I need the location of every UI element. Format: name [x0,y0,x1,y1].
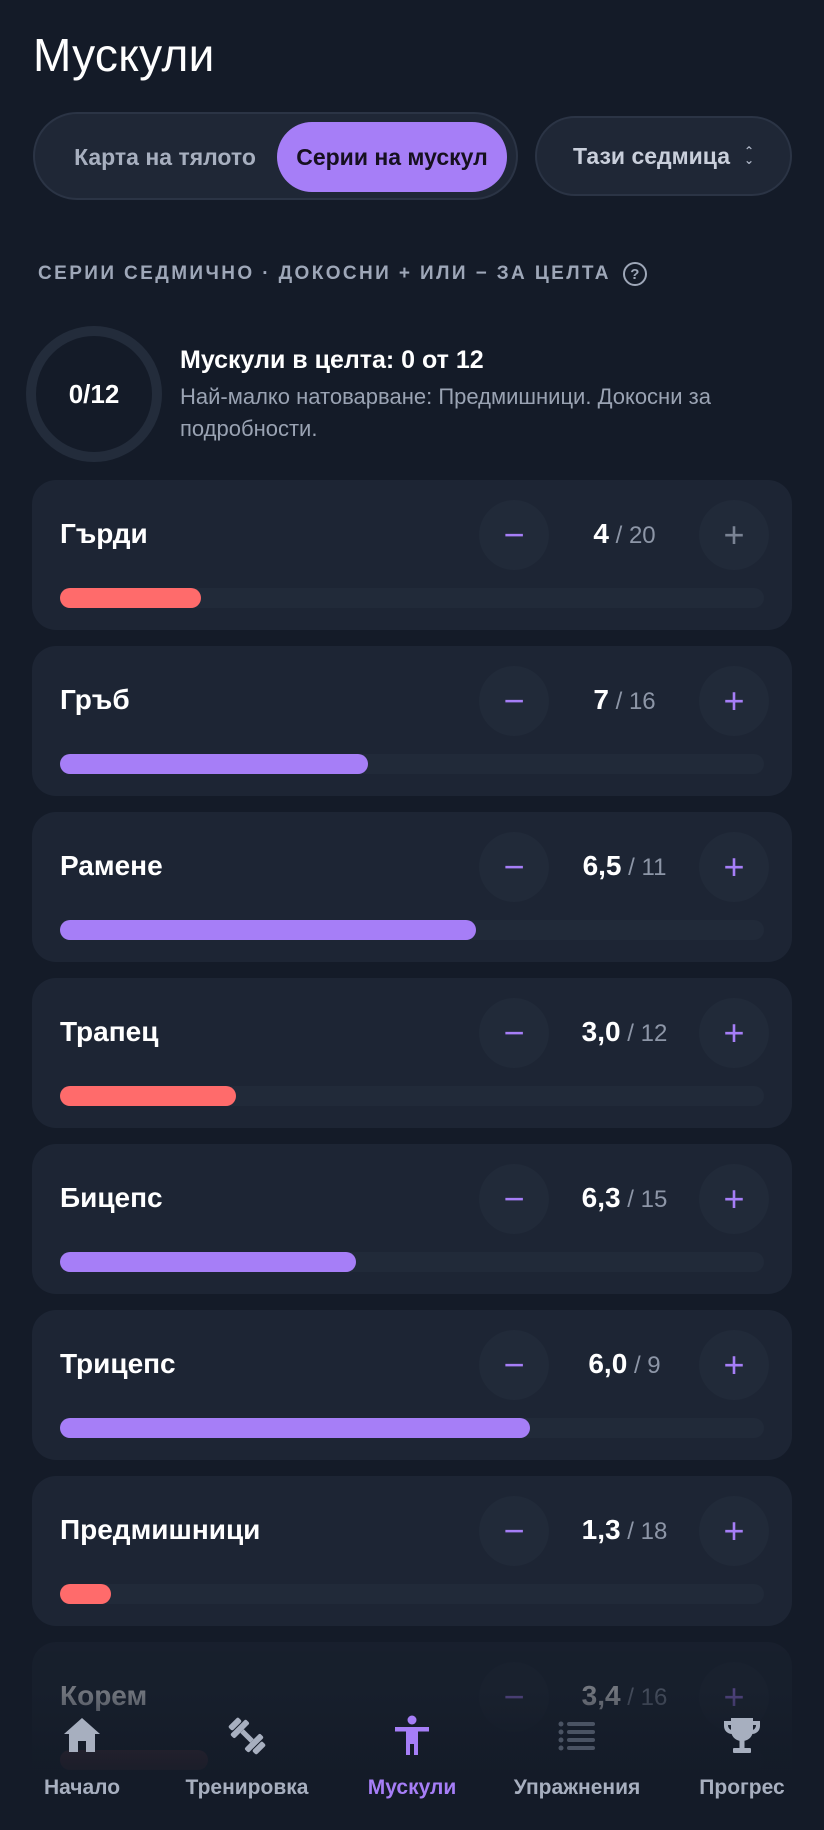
sets-target: 12 [640,1020,668,1047]
progress-fill [60,1086,236,1106]
nav-item-workout[interactable]: Тренировка [162,1714,332,1800]
dumbbell-icon [228,1717,266,1755]
tab-body-map[interactable]: Карта на тялото [45,122,285,192]
muscle-card: Трицепс − 6,0 / 9 + [32,1310,792,1460]
period-label: Тази седмица [572,142,730,169]
bottom-nav: Начало Тренировка Мускули Упражнения Про… [0,1690,824,1830]
muscle-card: Бицепс − 6,3 / 15 + [32,1144,792,1294]
muscle-name: Гърди [60,518,148,549]
muscle-card: Гръб − 7 / 16 + [32,646,792,796]
decrement-button[interactable]: − [479,1496,549,1566]
sets-target: 11 [641,854,667,881]
sets-current: 6,5 [582,850,622,881]
updown-chevron-icon: ⌃ ⌄ [744,144,755,167]
muscle-card: Гърди − 4 / 20 + [32,480,792,630]
sets-value: 6,0 / 9 [588,1348,661,1379]
muscle-name: Бицепс [60,1182,163,1213]
sets-current: 7 [593,684,609,715]
progress-ring[interactable]: 0/12 [26,326,162,462]
sets-target: 15 [640,1186,668,1213]
increment-button[interactable]: + [699,1330,769,1400]
decrement-button[interactable]: − [479,1330,549,1400]
sets-current: 6,3 [581,1182,621,1213]
page-title: Мускули [33,29,215,81]
progress-track [60,1418,764,1438]
muscle-name: Предмишници [60,1514,261,1545]
muscle-name: Трапец [60,1016,159,1047]
sets-target: 20 [628,522,656,549]
decrement-button[interactable]: − [479,500,549,570]
sets-value: 3,0 / 12 [581,1016,668,1047]
sets-value: 1,3 / 18 [581,1514,668,1545]
sets-current: 1,3 [581,1514,621,1545]
increment-button[interactable]: + [699,1164,769,1234]
increment-button[interactable]: + [699,998,769,1068]
progress-track [60,920,764,940]
sets-value: 6,3 / 15 [581,1182,668,1213]
section-label-text: СЕРИИ СЕДМИЧНО · ДОКОСНИ + ИЛИ − ЗА ЦЕЛТ… [38,263,611,284]
increment-button[interactable]: + [699,832,769,902]
progress-fill [60,1584,111,1604]
progress-track [60,1252,764,1272]
muscle-card: Рамене − 6,5 / 11 + [32,812,792,962]
progress-track [60,588,764,608]
nav-label: Упражнения [513,1776,641,1799]
sets-value: 6,5 / 11 [582,850,667,881]
help-icon[interactable]: ? [622,262,647,286]
trophy-icon [724,1718,760,1753]
section-label: СЕРИИ СЕДМИЧНО · ДОКОСНИ + ИЛИ − ЗА ЦЕЛТ… [38,262,647,286]
sets-target: 18 [640,1518,668,1545]
progress-track [60,754,764,774]
increment-button[interactable]: + [699,1496,769,1566]
sets-current: 3,0 [581,1016,621,1047]
home-icon [64,1718,100,1752]
nav-item-muscles[interactable]: Мускули [327,1714,497,1800]
increment-button[interactable]: + [699,666,769,736]
nav-item-home[interactable]: Начало [0,1714,167,1800]
decrement-button[interactable]: − [479,998,549,1068]
muscles-screen: Мускули Карта на тялото Серии на мускул … [0,0,824,1830]
nav-label: Мускули [367,1776,457,1799]
summary-detail[interactable]: Най-малко натоварване: Предмишници. Доко… [180,381,790,445]
muscle-name: Гръб [60,684,130,715]
progress-fill [60,920,477,940]
muscle-name: Рамене [60,850,163,881]
summary-title[interactable]: Мускули в целта: 0 от 12 [180,346,484,375]
nav-label: Тренировка [185,1776,309,1799]
decrement-button[interactable]: − [479,666,549,736]
sets-target: 9 [647,1352,661,1379]
progress-fill [60,1418,530,1438]
progress-track [60,1086,764,1106]
muscle-name: Трицепс [60,1348,176,1379]
progress-fill [60,754,369,774]
progress-fill [60,588,201,608]
increment-button[interactable]: + [699,500,769,570]
list-icon [558,1721,595,1751]
period-select[interactable]: Тази седмица ⌃ ⌄ [535,116,792,196]
nav-item-progress[interactable]: Прогрес [657,1714,824,1800]
ring-label: 0/12 [68,378,120,409]
sets-current: 4 [593,518,609,549]
nav-label: Начало [43,1776,121,1799]
view-toggle: Карта на тялото Серии на мускул [33,112,518,200]
person-icon [395,1715,429,1755]
progress-fill [60,1252,356,1272]
sets-value: 7 / 16 [593,684,656,715]
tab-muscle-sets[interactable]: Серии на мускул [277,122,507,192]
nav-label: Прогрес [699,1776,785,1799]
sets-value: 4 / 20 [593,518,656,549]
muscle-card: Трапец − 3,0 / 12 + [32,978,792,1128]
sets-target: 16 [628,688,656,715]
progress-track [60,1584,764,1604]
decrement-button[interactable]: − [479,1164,549,1234]
nav-item-exercises[interactable]: Упражнения [492,1714,662,1800]
muscle-card: Предмишници − 1,3 / 18 + [32,1476,792,1626]
decrement-button[interactable]: − [479,832,549,902]
sets-current: 6,0 [588,1348,628,1379]
